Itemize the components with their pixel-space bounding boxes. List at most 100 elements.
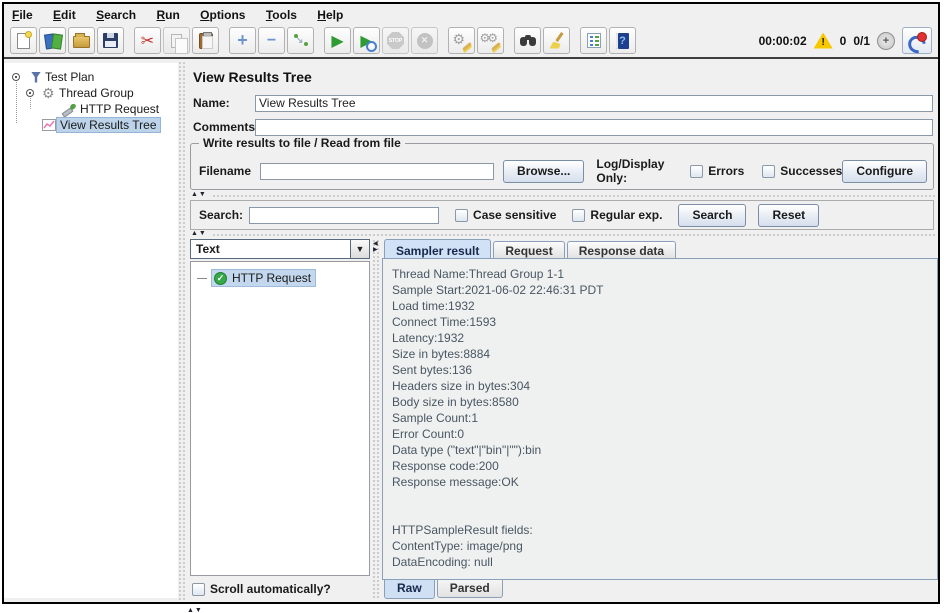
- successes-label: Successes: [780, 164, 843, 178]
- tab-sampler-result[interactable]: Sampler result: [384, 239, 492, 258]
- splitter-arrows-icon[interactable]: ▲▼: [191, 230, 207, 237]
- remote-start-button[interactable]: [902, 27, 932, 54]
- sidebar-item-view-results-tree[interactable]: View Results Tree: [4, 117, 161, 133]
- open-folder-icon: [73, 33, 90, 48]
- expand-handle-icon[interactable]: [26, 89, 34, 97]
- name-input[interactable]: [255, 94, 933, 112]
- configure-button[interactable]: Configure: [842, 159, 927, 183]
- splitter-arrows-icon[interactable]: ▲▼: [191, 191, 207, 198]
- sampler-result-content[interactable]: Thread Name:Thread Group 1-1 Sample Star…: [382, 258, 938, 580]
- broom-icon: [549, 33, 565, 49]
- function-helper-button[interactable]: [580, 27, 607, 54]
- menu-help[interactable]: Help: [317, 8, 343, 22]
- search-panel: Search: Case sensitive Regular exp. Sear…: [190, 200, 934, 230]
- splitter-arrows-icon[interactable]: ◀ ▶: [373, 241, 378, 253]
- toggle-button[interactable]: [287, 27, 314, 54]
- regular-exp-label: Regular exp.: [590, 208, 663, 222]
- help-icon: [616, 32, 629, 49]
- clear-all-button[interactable]: [477, 27, 504, 54]
- horizontal-splitter[interactable]: ▲▼: [186, 230, 938, 238]
- save-button[interactable]: [97, 27, 124, 54]
- new-file-icon: [17, 30, 32, 49]
- results-tree-box[interactable]: HTTP Request: [190, 261, 370, 576]
- expand-handle-icon[interactable]: [12, 73, 20, 81]
- comments-label: Comments:: [193, 120, 260, 134]
- clear-icon: [453, 31, 471, 49]
- reset-button[interactable]: Reset: [758, 203, 820, 227]
- menu-file[interactable]: File: [12, 8, 33, 22]
- successes-checkbox[interactable]: [762, 164, 776, 178]
- search-toolbar-button[interactable]: [514, 27, 541, 54]
- paste-button[interactable]: [192, 27, 219, 54]
- results-left-panel: Text HTTP Request: [190, 239, 371, 600]
- scroll-automatically-row: Scroll automatically?: [192, 580, 331, 598]
- test-plan-tree: Test Plan Thread Group HTTP Request View…: [4, 63, 178, 598]
- start-button[interactable]: [324, 27, 351, 54]
- filename-label: Filename: [199, 164, 252, 178]
- results-area: Text HTTP Request: [186, 239, 938, 600]
- warning-icon[interactable]: [813, 32, 833, 49]
- results-splitter[interactable]: ◀ ▶: [372, 239, 381, 600]
- errors-checkbox[interactable]: [690, 164, 704, 178]
- thread-group-icon: [42, 87, 56, 100]
- tab-response-data[interactable]: Response data: [566, 241, 677, 258]
- expand-all-button[interactable]: [229, 27, 256, 54]
- start-no-timers-button[interactable]: [353, 27, 380, 54]
- tab-raw[interactable]: Raw: [384, 580, 435, 599]
- menu-options[interactable]: Options: [200, 8, 245, 22]
- result-item-label: HTTP Request: [232, 271, 312, 285]
- sidebar-item-http-request[interactable]: HTTP Request: [4, 101, 162, 117]
- tab-request[interactable]: Request: [493, 241, 565, 258]
- copy-button: [163, 27, 190, 54]
- search-label: Search:: [199, 208, 244, 222]
- write-results-group: Write results to file / Read from file F…: [190, 136, 934, 190]
- clear-button[interactable]: [448, 27, 475, 54]
- binoculars-icon: [519, 34, 536, 47]
- case-sensitive-checkbox[interactable]: [455, 208, 469, 222]
- chevron-down-icon: [350, 240, 369, 258]
- open-file-button[interactable]: [68, 27, 95, 54]
- filename-input[interactable]: [260, 162, 495, 180]
- tree-item-label: HTTP Request: [80, 102, 160, 116]
- splitter-arrows-icon[interactable]: ▲▼: [187, 607, 203, 613]
- shutdown-button: [411, 27, 438, 54]
- cut-button[interactable]: [134, 27, 161, 54]
- view-mode-value: Text: [196, 242, 220, 256]
- menu-edit[interactable]: Edit: [53, 8, 76, 22]
- open-template-button[interactable]: [39, 27, 66, 54]
- collapse-all-button[interactable]: [258, 27, 285, 54]
- sidebar-item-test-plan[interactable]: Test Plan: [4, 69, 97, 85]
- content-area: Test Plan Thread Group HTTP Request View…: [4, 61, 938, 602]
- page-title: View Results Tree: [193, 69, 312, 85]
- name-label: Name:: [193, 96, 230, 110]
- tree-item-label: Test Plan: [45, 70, 95, 84]
- browse-button[interactable]: Browse...: [503, 159, 585, 183]
- help-button[interactable]: [609, 27, 636, 54]
- comments-input[interactable]: [255, 118, 933, 136]
- errors-label: Errors: [708, 164, 745, 178]
- regular-exp-checkbox[interactable]: [572, 208, 586, 222]
- remote-icon: [908, 32, 927, 49]
- tab-parsed[interactable]: Parsed: [436, 580, 503, 598]
- copy-icon: [171, 33, 188, 54]
- search-input[interactable]: [249, 206, 440, 224]
- search-button[interactable]: Search: [678, 203, 747, 227]
- tree-connector: [197, 277, 207, 279]
- menu-search[interactable]: Search: [96, 8, 136, 22]
- sampler-result-text: Thread Name:Thread Group 1-1 Sample Star…: [392, 267, 604, 569]
- horizontal-splitter[interactable]: ▲▼: [186, 191, 938, 199]
- menu-tools[interactable]: Tools: [266, 8, 297, 22]
- scroll-automatically-checkbox[interactable]: [192, 582, 205, 596]
- result-item-http-request[interactable]: HTTP Request: [197, 269, 369, 287]
- toggle-icon: [293, 33, 309, 48]
- main-splitter[interactable]: [178, 61, 186, 602]
- clear-search-button[interactable]: [543, 27, 570, 54]
- view-mode-dropdown[interactable]: Text: [190, 239, 370, 259]
- new-file-button[interactable]: [10, 27, 37, 54]
- tree-item-label: Thread Group: [59, 86, 134, 100]
- stop-button: STOP: [382, 27, 409, 54]
- shutdown-icon: [416, 32, 433, 49]
- sidebar-item-thread-group[interactable]: Thread Group: [4, 85, 137, 101]
- menu-run[interactable]: Run: [156, 8, 179, 22]
- clear-all-icon: [480, 31, 501, 49]
